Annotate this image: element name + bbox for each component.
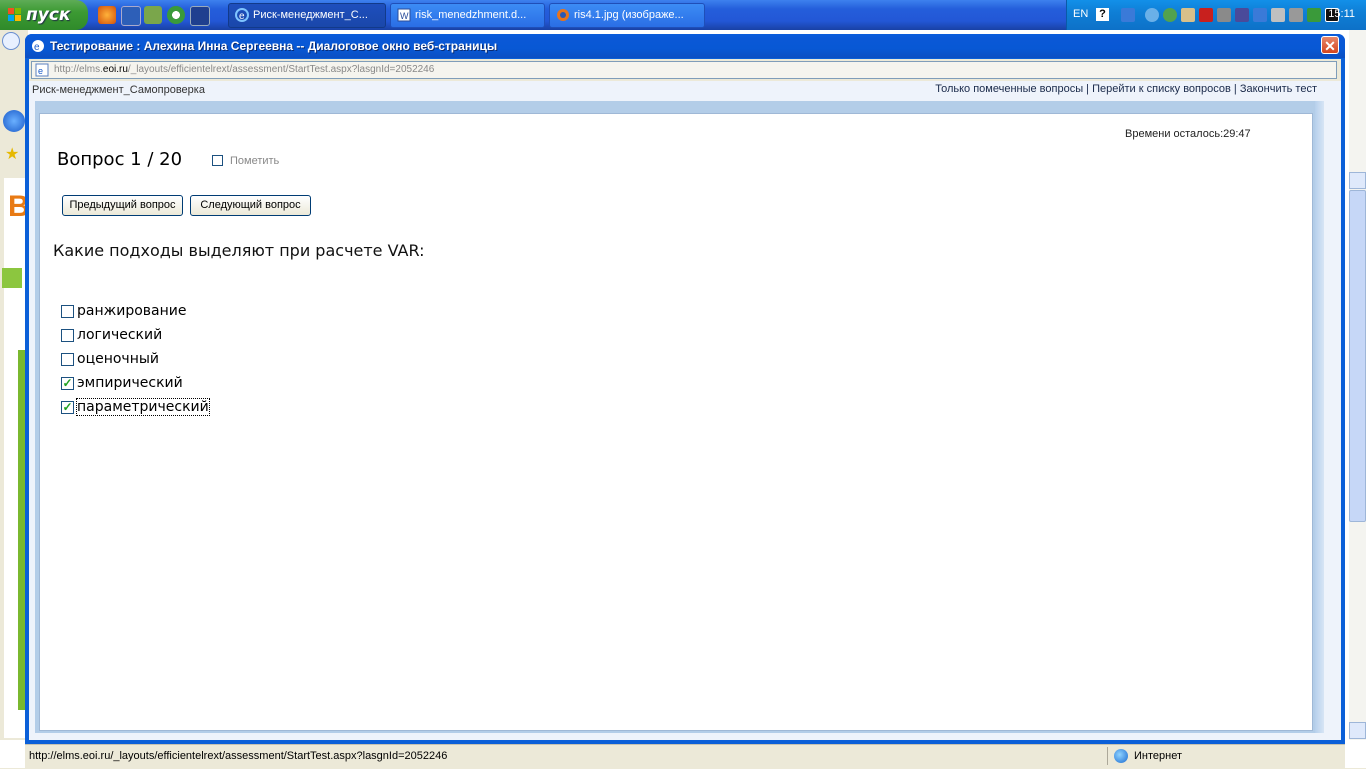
address-bar: e http://elms.eoi.ru/_layouts/efficiente…: [29, 59, 1341, 81]
answer-checkbox-checked[interactable]: ✓: [61, 377, 74, 390]
windows-logo-icon: [8, 8, 21, 21]
green-menu-block: [2, 268, 22, 288]
question-panel: Времени осталось:29:47 Вопрос 1 / 20 Пом…: [39, 113, 1313, 731]
answer-checkbox-checked[interactable]: ✓: [61, 401, 74, 414]
sync-icon[interactable]: [1163, 8, 1177, 22]
marked-questions-link[interactable]: Только помеченные вопросы: [935, 83, 1083, 95]
save-icon[interactable]: [121, 6, 141, 26]
start-label: пуск: [26, 5, 71, 25]
volume-icon[interactable]: [1271, 8, 1285, 22]
utorrent-icon[interactable]: [167, 6, 185, 24]
address-suffix: /_layouts/efficientelrext/assessment/Sta…: [127, 64, 435, 75]
answer-checkbox[interactable]: [61, 353, 74, 366]
back-arrow-icon[interactable]: [3, 110, 25, 132]
firefox-icon: [557, 9, 569, 21]
background-browser-sidebar: ★ В: [0, 30, 30, 740]
answer-label[interactable]: ранжирование: [77, 303, 186, 319]
status-url: http://elms.eoi.ru/_layouts/efficientelr…: [29, 750, 448, 762]
previous-question-button[interactable]: Предыдущий вопрос: [62, 195, 183, 216]
svg-text:e: e: [38, 66, 43, 76]
word-document-icon: W: [397, 8, 411, 22]
right-rail: [1315, 101, 1324, 733]
answer-label[interactable]: эмпирический: [77, 375, 183, 391]
security-zone[interactable]: Интернет: [1107, 747, 1344, 765]
scroll-down-icon[interactable]: [1349, 722, 1366, 739]
task-risk-management[interactable]: e Риск-менеджмент_С...: [228, 3, 386, 28]
question-text: Какие подходы выделяют при расчете VAR:: [53, 241, 425, 260]
start-button[interactable]: пуск: [0, 0, 88, 30]
answer-checkbox[interactable]: [61, 305, 74, 318]
favorites-star-icon[interactable]: ★: [5, 144, 19, 164]
globe-icon: [1114, 749, 1128, 763]
address-domain: eoi.ru: [102, 64, 128, 75]
question-number: Вопрос 1 / 20: [57, 149, 183, 170]
status-bar: http://elms.eoi.ru/_layouts/efficientelr…: [25, 744, 1345, 769]
question-list-link[interactable]: Перейти к списку вопросов: [1092, 83, 1231, 95]
mark-checkbox[interactable]: [212, 155, 223, 166]
ie-icon: [2, 32, 20, 50]
network-icon[interactable]: [1121, 8, 1135, 22]
ie-icon: e: [32, 40, 44, 53]
dialog-title: Тестирование : Алехина Инна Сергеевна --…: [50, 39, 498, 53]
bluetooth-icon[interactable]: [1253, 8, 1267, 22]
answer-checkbox[interactable]: [61, 329, 74, 342]
monitor-icon[interactable]: [1289, 8, 1303, 22]
tool-icon[interactable]: [1181, 8, 1195, 22]
app-icon[interactable]: [144, 6, 162, 24]
link-separator: |: [1083, 83, 1093, 95]
svg-text:W: W: [400, 11, 409, 21]
svg-text:e: e: [239, 11, 245, 22]
address-field[interactable]: e http://elms.eoi.ru/_layouts/efficiente…: [31, 61, 1337, 79]
timer: Времени осталось:29:47: [1125, 128, 1251, 140]
answer-label[interactable]: параметрический: [76, 398, 210, 416]
task-word-document[interactable]: W risk_menedzhment.d...: [390, 3, 545, 28]
page-area: Риск-менеджмент_Самопроверка Только поме…: [29, 81, 1341, 740]
answer-label[interactable]: оценочный: [77, 351, 159, 367]
system-tray: EN ? 15:11: [1066, 0, 1366, 30]
ie-icon: e: [235, 8, 249, 22]
next-question-button[interactable]: Следующий вопрос: [190, 195, 311, 216]
firefox-icon[interactable]: [98, 6, 116, 24]
link-separator: |: [1230, 83, 1240, 95]
answer-label[interactable]: логический: [77, 327, 162, 343]
mark-label[interactable]: Пометить: [230, 155, 279, 167]
top-links: Только помеченные вопросы | Перейти к сп…: [935, 83, 1317, 95]
background-scrollbar[interactable]: [1349, 30, 1366, 740]
dialog-window: e Тестирование : Алехина Инна Сергеевна …: [25, 34, 1345, 744]
page-icon: e: [35, 63, 49, 77]
help-icon[interactable]: ?: [1096, 8, 1109, 21]
task-image-firefox[interactable]: ris4.1.jpg (изображе...: [549, 3, 705, 28]
scroll-thumb[interactable]: [1349, 190, 1366, 522]
pen-icon[interactable]: [1307, 8, 1321, 22]
antivirus-icon[interactable]: [1199, 8, 1213, 22]
breadcrumb: Риск-менеджмент_Самопроверка: [32, 84, 205, 96]
back-icon[interactable]: [1145, 8, 1159, 22]
taskbar: пуск e Риск-менеджмент_С... W risk_mened…: [0, 0, 1366, 30]
close-button[interactable]: ✕: [1321, 36, 1339, 54]
language-indicator[interactable]: EN: [1073, 8, 1088, 20]
clock: 15:11: [1328, 8, 1355, 20]
address-prefix: http://elms.: [54, 64, 103, 75]
finish-test-link[interactable]: Закончить тест: [1240, 83, 1317, 95]
display-icon[interactable]: [1217, 8, 1231, 22]
dialog-title-bar[interactable]: e Тестирование : Алехина Инна Сергеевна …: [25, 34, 1345, 58]
scroll-up-icon[interactable]: [1349, 172, 1366, 189]
computer-icon[interactable]: [1235, 8, 1249, 22]
svg-text:e: e: [34, 42, 40, 53]
zone-label: Интернет: [1134, 750, 1182, 762]
show-desktop-icon[interactable]: [190, 6, 210, 26]
